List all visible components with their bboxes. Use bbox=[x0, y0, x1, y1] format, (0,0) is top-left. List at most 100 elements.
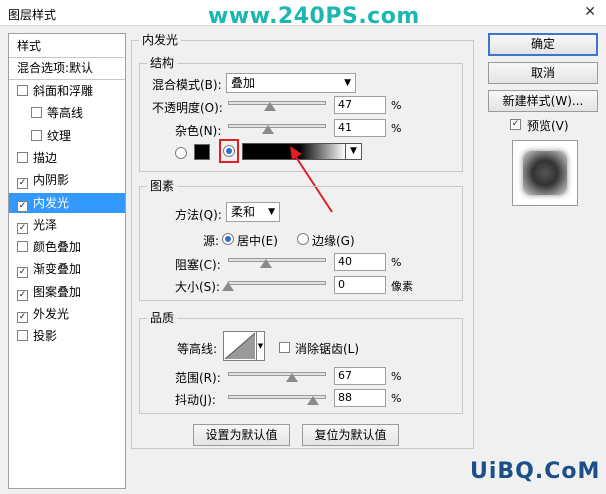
range-slider[interactable] bbox=[228, 372, 326, 376]
style-item-label: 纹理 bbox=[47, 128, 72, 143]
preview-checkbox[interactable]: ✓ bbox=[510, 119, 521, 130]
range-slider-thumb[interactable] bbox=[286, 373, 298, 382]
opacity-unit: % bbox=[391, 99, 402, 112]
style-item-checkbox[interactable]: ✓ bbox=[17, 289, 28, 301]
style-item-checkbox[interactable] bbox=[31, 129, 42, 141]
style-item[interactable]: ✓ 图案叠加 bbox=[9, 282, 125, 302]
range-label: 范围(R): bbox=[175, 371, 221, 385]
style-item-checkbox[interactable]: ✓ bbox=[17, 222, 28, 234]
style-item-label: 内阴影 bbox=[33, 173, 70, 188]
style-item[interactable]: ✓ 光泽 bbox=[9, 215, 125, 235]
method-label: 方法(Q): bbox=[175, 208, 222, 222]
divider bbox=[9, 79, 125, 80]
styles-header[interactable]: 样式 bbox=[9, 36, 125, 56]
style-item[interactable]: 纹理 bbox=[9, 126, 125, 146]
ok-button[interactable]: 确定 bbox=[488, 33, 598, 56]
style-item-label: 等高线 bbox=[47, 106, 84, 121]
preview-label: 预览(V) bbox=[527, 119, 569, 133]
jitter-input[interactable]: 88 bbox=[334, 389, 386, 407]
inner-glow-title: 内发光 bbox=[139, 31, 182, 48]
noise-input[interactable]: 41 bbox=[334, 119, 386, 137]
style-item[interactable]: ✓ 外发光 bbox=[9, 304, 125, 324]
title-bar: 图层样式 www.240PS.com ✕ bbox=[0, 0, 606, 29]
contour-picker[interactable] bbox=[223, 331, 257, 361]
choke-unit: % bbox=[391, 256, 402, 269]
style-item-label: 描边 bbox=[33, 150, 58, 165]
style-item[interactable]: ✓ 渐变叠加 bbox=[9, 259, 125, 279]
structure-title: 结构 bbox=[147, 54, 178, 71]
choke-slider-thumb[interactable] bbox=[260, 259, 272, 268]
size-input[interactable]: 0 bbox=[334, 276, 386, 294]
noise-label: 杂色(N): bbox=[175, 124, 222, 138]
style-item-checkbox[interactable]: ✓ bbox=[17, 312, 28, 323]
style-item-checkbox[interactable]: ✓ bbox=[17, 267, 28, 279]
noise-unit: % bbox=[391, 122, 402, 135]
style-item-checkbox[interactable] bbox=[17, 151, 28, 163]
style-item-checkbox[interactable]: ✓ bbox=[17, 178, 28, 190]
style-preview-thumbnail bbox=[512, 140, 578, 206]
contour-curve-icon bbox=[224, 332, 256, 360]
opacity-slider-thumb[interactable] bbox=[264, 102, 276, 111]
style-item-label: 图案叠加 bbox=[33, 284, 82, 299]
style-item[interactable]: ✓ 内发光 bbox=[9, 192, 125, 213]
method-value: 柔和 bbox=[231, 205, 256, 219]
style-item[interactable]: 描边 bbox=[9, 148, 125, 168]
set-default-button[interactable]: 设置为默认值 bbox=[193, 424, 290, 446]
contour-dropdown-arrow[interactable]: ▼ bbox=[256, 331, 265, 361]
source-edge-radio[interactable] bbox=[297, 233, 309, 245]
antialias-checkbox[interactable] bbox=[279, 342, 290, 353]
style-item-label: 颜色叠加 bbox=[33, 240, 82, 255]
cancel-button[interactable]: 取消 bbox=[488, 62, 598, 84]
glow-color-swatch[interactable] bbox=[194, 144, 210, 160]
choke-input[interactable]: 40 bbox=[334, 253, 386, 271]
choke-slider[interactable] bbox=[228, 258, 326, 262]
gradient-dropdown-arrow[interactable]: ▼ bbox=[345, 143, 362, 160]
noise-slider-thumb[interactable] bbox=[262, 125, 274, 134]
footer-watermark: UiBQ.CoM bbox=[470, 459, 601, 484]
contour-label: 等高线: bbox=[177, 342, 218, 356]
method-select[interactable]: 柔和 ▼ bbox=[226, 202, 280, 222]
range-input[interactable]: 67 bbox=[334, 367, 386, 385]
watermark-text: www.240PS.com bbox=[208, 4, 420, 29]
gradient-radio[interactable] bbox=[223, 145, 235, 157]
new-style-button[interactable]: 新建样式(W)... bbox=[488, 90, 598, 112]
size-slider[interactable] bbox=[228, 281, 326, 285]
reset-default-button[interactable]: 复位为默认值 bbox=[302, 424, 399, 446]
style-item-label: 斜面和浮雕 bbox=[33, 84, 94, 98]
style-item-label: 外发光 bbox=[33, 307, 70, 321]
opacity-input[interactable]: 47 bbox=[334, 96, 386, 114]
close-icon[interactable]: ✕ bbox=[584, 4, 596, 20]
jitter-slider-thumb[interactable] bbox=[307, 396, 319, 405]
window-title: 图层样式 bbox=[8, 8, 57, 22]
source-center-radio[interactable] bbox=[222, 233, 234, 245]
blend-mode-value: 叠加 bbox=[231, 76, 256, 90]
style-item[interactable]: 斜面和浮雕 bbox=[9, 81, 125, 101]
style-item-checkbox[interactable] bbox=[17, 330, 28, 342]
range-unit: % bbox=[391, 370, 402, 383]
antialias-label: 消除锯齿(L) bbox=[295, 342, 360, 356]
styles-list: 样式 混合选项:默认 斜面和浮雕等高线纹理描边 ✓ 内阴影 ✓ 内发光 ✓ 光泽颜色叠加 ✓ 渐… bbox=[8, 33, 126, 489]
choke-label: 阻塞(C): bbox=[175, 258, 221, 272]
noise-slider[interactable] bbox=[228, 124, 326, 128]
style-item-label: 光泽 bbox=[33, 217, 58, 232]
elements-title: 图素 bbox=[147, 177, 178, 194]
color-radio[interactable] bbox=[175, 147, 187, 159]
style-item-checkbox[interactable]: ✓ bbox=[17, 200, 28, 212]
style-item-checkbox[interactable] bbox=[17, 85, 28, 96]
jitter-unit: % bbox=[391, 392, 402, 405]
style-item-label: 内发光 bbox=[33, 195, 70, 210]
style-item[interactable]: 颜色叠加 bbox=[9, 237, 125, 257]
style-item-checkbox[interactable] bbox=[31, 107, 42, 119]
source-center-label: 居中(E) bbox=[237, 234, 278, 248]
style-item[interactable]: ✓ 内阴影 bbox=[9, 170, 125, 190]
source-edge-label: 边缘(G) bbox=[312, 234, 355, 248]
preview-swatch bbox=[523, 151, 567, 195]
style-item-checkbox[interactable] bbox=[17, 241, 28, 253]
blend-mode-select[interactable]: 叠加 ▼ bbox=[226, 73, 356, 93]
size-label: 大小(S): bbox=[175, 280, 221, 294]
style-item[interactable]: 投影 bbox=[9, 326, 125, 346]
style-item[interactable]: 等高线 bbox=[9, 103, 125, 123]
size-slider-thumb[interactable] bbox=[222, 282, 234, 291]
opacity-slider[interactable] bbox=[228, 101, 326, 105]
blending-options[interactable]: 混合选项:默认 bbox=[9, 58, 125, 78]
